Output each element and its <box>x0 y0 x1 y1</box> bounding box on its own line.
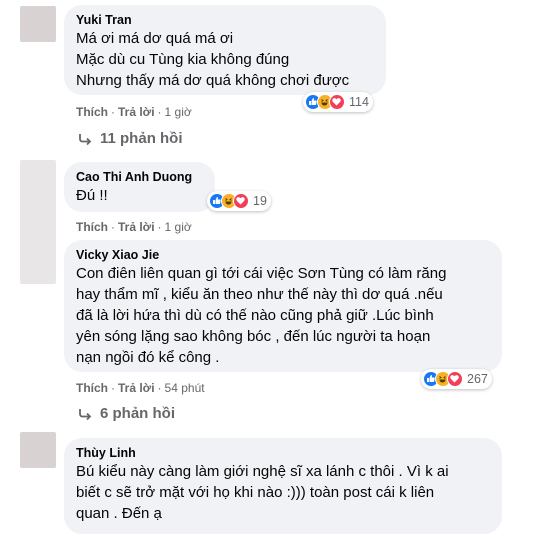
comment-bubble: Vicky Xiao Jie Con điên liên quan gì tới… <box>64 240 502 372</box>
comment-text: Đú !! <box>76 187 108 204</box>
view-replies-button[interactable]: 6 phản hồi <box>78 405 175 422</box>
comment-bubble: Cao Thi Anh Duong Đú !! <box>64 162 215 212</box>
reaction-summary[interactable]: 114 <box>303 92 373 112</box>
comment-time[interactable]: 1 giờ <box>165 220 192 234</box>
like-link[interactable]: Thích <box>76 105 108 119</box>
love-icon <box>233 193 249 209</box>
comment-author[interactable]: Thùy Linh <box>76 445 490 461</box>
comment-actions: Thích · Trả lời · 1 giờ <box>76 105 192 119</box>
reaction-summary[interactable]: 267 <box>421 369 492 389</box>
comment-bubble: Thùy Linh Bú kiểu này càng làm giới nghệ… <box>64 438 502 534</box>
comment-author[interactable]: Cao Thi Anh Duong <box>76 169 203 185</box>
comment-actions: Thích · Trả lời · 54 phút <box>76 381 205 395</box>
reply-link[interactable]: Trả lời <box>118 105 155 119</box>
comment-time[interactable]: 54 phút <box>165 381 205 395</box>
reaction-count: 19 <box>253 194 267 208</box>
like-link[interactable]: Thích <box>76 220 108 234</box>
comment-author[interactable]: Yuki Tran <box>76 12 374 28</box>
reply-arrow-icon <box>79 133 92 145</box>
avatar[interactable] <box>20 160 56 284</box>
reply-link[interactable]: Trả lời <box>118 220 155 234</box>
reaction-count: 267 <box>467 372 488 386</box>
like-link[interactable]: Thích <box>76 381 108 395</box>
comment-bubble: Yuki Tran Má ơi má dơ quá má ơi Mặc dù c… <box>64 5 386 95</box>
comment-text: Con điên liên quan gì tới cái việc Sơn T… <box>76 265 447 366</box>
reply-link[interactable]: Trả lời <box>118 381 155 395</box>
comment-actions: Thích · Trả lời · 1 giờ <box>76 220 192 234</box>
avatar[interactable] <box>20 432 56 468</box>
comment-text: Bú kiểu này càng làm giới nghệ sĩ xa lán… <box>76 463 449 522</box>
reaction-summary[interactable]: 19 <box>207 191 271 211</box>
comment-text: Má ơi má dơ quá má ơi Mặc dù cu Tùng kia… <box>76 30 350 89</box>
avatar[interactable] <box>20 6 56 42</box>
reaction-count: 114 <box>349 95 369 109</box>
love-icon <box>329 94 345 110</box>
replies-label: 6 phản hồi <box>100 405 175 422</box>
reply-arrow-icon <box>79 408 92 420</box>
view-replies-button[interactable]: 11 phản hồi <box>78 130 183 147</box>
comment-author[interactable]: Vicky Xiao Jie <box>76 247 490 263</box>
replies-label: 11 phản hồi <box>100 130 183 147</box>
comment-time[interactable]: 1 giờ <box>165 105 192 119</box>
love-icon <box>447 371 463 387</box>
